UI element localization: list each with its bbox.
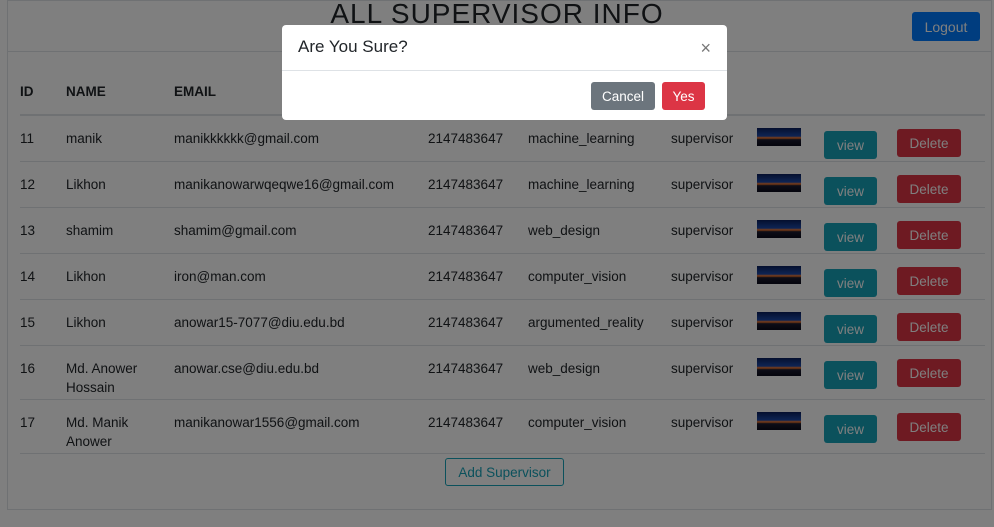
dialog-divider	[282, 70, 727, 71]
confirm-yes-button[interactable]: Yes	[662, 82, 705, 110]
confirm-dialog: Are You Sure? × Cancel Yes	[282, 25, 727, 120]
dialog-title: Are You Sure?	[298, 37, 408, 56]
close-icon[interactable]: ×	[700, 38, 711, 59]
cancel-button[interactable]: Cancel	[591, 82, 655, 110]
